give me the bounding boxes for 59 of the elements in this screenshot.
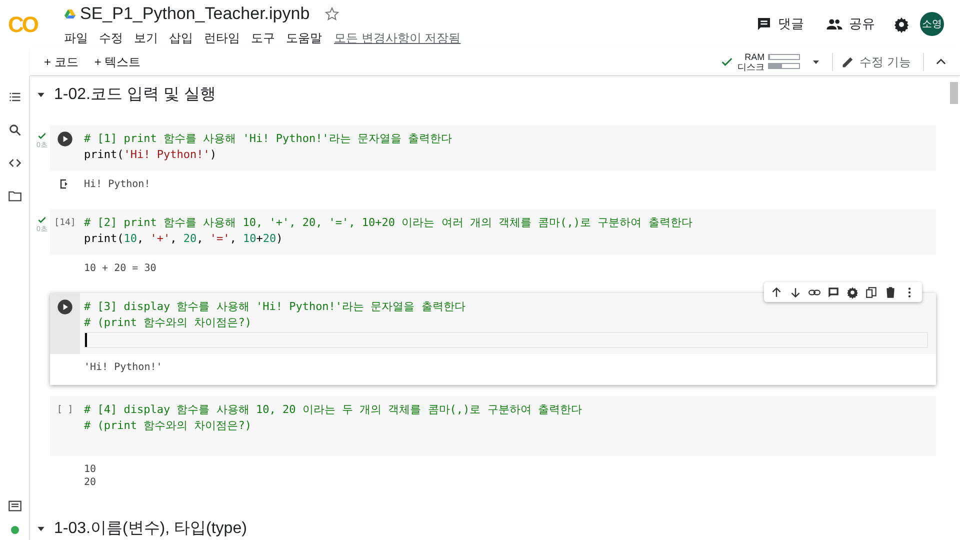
code-cell[interactable]: [14] # [2] print 함수를 사용해 10, '+', 20, '=', 10+20 이라는 여러 개의 객체를 콤마(,)로 구분하여 출력한다 print(10, '+', 20, '=', 10+20) (50, 209, 936, 255)
output-text: 10 20 (83, 463, 96, 490)
terminal-icon[interactable] (8, 499, 22, 513)
section-heading[interactable]: 1-02.코드 입력 및 실행 (34, 84, 936, 106)
star-icon[interactable] (324, 6, 340, 22)
settings-icon[interactable] (893, 16, 910, 32)
code-line: # (print 함수와의 차이점은?) (84, 418, 252, 434)
comment-button[interactable]: 댓글 (756, 14, 804, 34)
menu-item[interactable]: 런타임 (204, 28, 240, 47)
avatar[interactable]: 소영 (920, 12, 944, 36)
output-text: Hi! Python! (83, 178, 150, 192)
code-line: # [4] display 함수를 사용해 10, 20 이라는 두 개의 객체를 콤마(,)로 구분하여 출력한다 (84, 402, 583, 418)
output-text: 10 + 20 = 30 (83, 262, 156, 276)
execution-count: [ ] (56, 404, 74, 417)
code-line: # [2] print 함수를 사용해 10, '+', 20, '=', 10+20 이라는 여러 개의 객체를 콤마(,)로 구분하여 출력한다 (84, 215, 694, 231)
copy-icon[interactable] (865, 286, 878, 298)
list-icon[interactable] (8, 90, 22, 104)
code-line: print(10, '+', 20, '=', 10+20) (84, 231, 284, 247)
ram-meter (768, 54, 800, 60)
drive-icon (64, 8, 76, 20)
save-status-link[interactable]: 모든 변경사항이 저장됨 (334, 28, 461, 47)
code-cell[interactable]: # [3] display 함수를 사용해 'Hi! Python!'라는 문자열을 출력한다 # (print 함수와의 차이점은?) (50, 293, 936, 354)
menu-item[interactable]: 도움말 (286, 28, 322, 47)
text-cursor (85, 333, 87, 347)
add-text-button[interactable]: + 텍스트 (92, 52, 143, 70)
section-heading[interactable]: 1-03.이름(변수), 타입(type) (34, 518, 936, 540)
execution-count: [14] (54, 217, 76, 230)
menu-item[interactable]: 수정 (99, 28, 123, 47)
arrow-down-icon[interactable] (789, 286, 802, 298)
output-text: 'Hi! Python!' (83, 361, 162, 375)
notebook-title[interactable]: SE_P1_Python_Teacher.ipynb (80, 1, 310, 27)
trash-icon[interactable] (884, 286, 897, 298)
code-line: # (print 함수와의 차이점은?) (84, 315, 252, 331)
settings-icon[interactable] (846, 286, 859, 298)
code-line: print('Hi! Python!') (84, 147, 218, 163)
arrow-up-icon[interactable] (770, 286, 783, 298)
disk-label: 디스크 (738, 62, 765, 72)
pencil-icon (840, 54, 855, 68)
code-line: # [1] print 함수를 사용해 'Hi! Python!'라는 문자열을 출력한다 (84, 131, 454, 147)
menu-item[interactable]: 보기 (134, 28, 158, 47)
code-brackets-icon[interactable] (8, 156, 22, 170)
ram-label: RAM (744, 52, 765, 62)
run-button-icon[interactable] (57, 299, 73, 315)
menu-item[interactable]: 도구 (251, 28, 275, 47)
share-button[interactable]: 공유 (826, 14, 875, 34)
code-cell[interactable]: # [1] print 함수를 사용해 'Hi! Python!'라는 문자열을 출력한다 print('Hi! Python!') (50, 125, 936, 171)
run-button-icon[interactable] (57, 131, 73, 147)
code-line: # [3] display 함수를 사용해 'Hi! Python!'라는 문자열을 출력한다 (84, 299, 466, 315)
menu-item[interactable]: 삽입 (169, 28, 193, 47)
code-cell[interactable]: [ ] # [4] display 함수를 사용해 10, 20 이라는 두 개의 객체를 콤마(,)로 구분하여 출력한다 # (print 함수와의 차이점은?) (50, 396, 936, 456)
folder-icon[interactable] (8, 189, 22, 203)
search-icon[interactable] (8, 123, 22, 137)
comment-icon (756, 16, 772, 32)
edit-mode-button[interactable]: 수정 기능 (840, 52, 911, 70)
add-code-button[interactable]: + 코드 (42, 52, 80, 70)
disk-meter (768, 63, 800, 69)
menu-item[interactable]: 파일 (64, 28, 88, 47)
comment-icon[interactable] (827, 286, 840, 298)
scrollbar-thumb[interactable] (950, 82, 958, 104)
